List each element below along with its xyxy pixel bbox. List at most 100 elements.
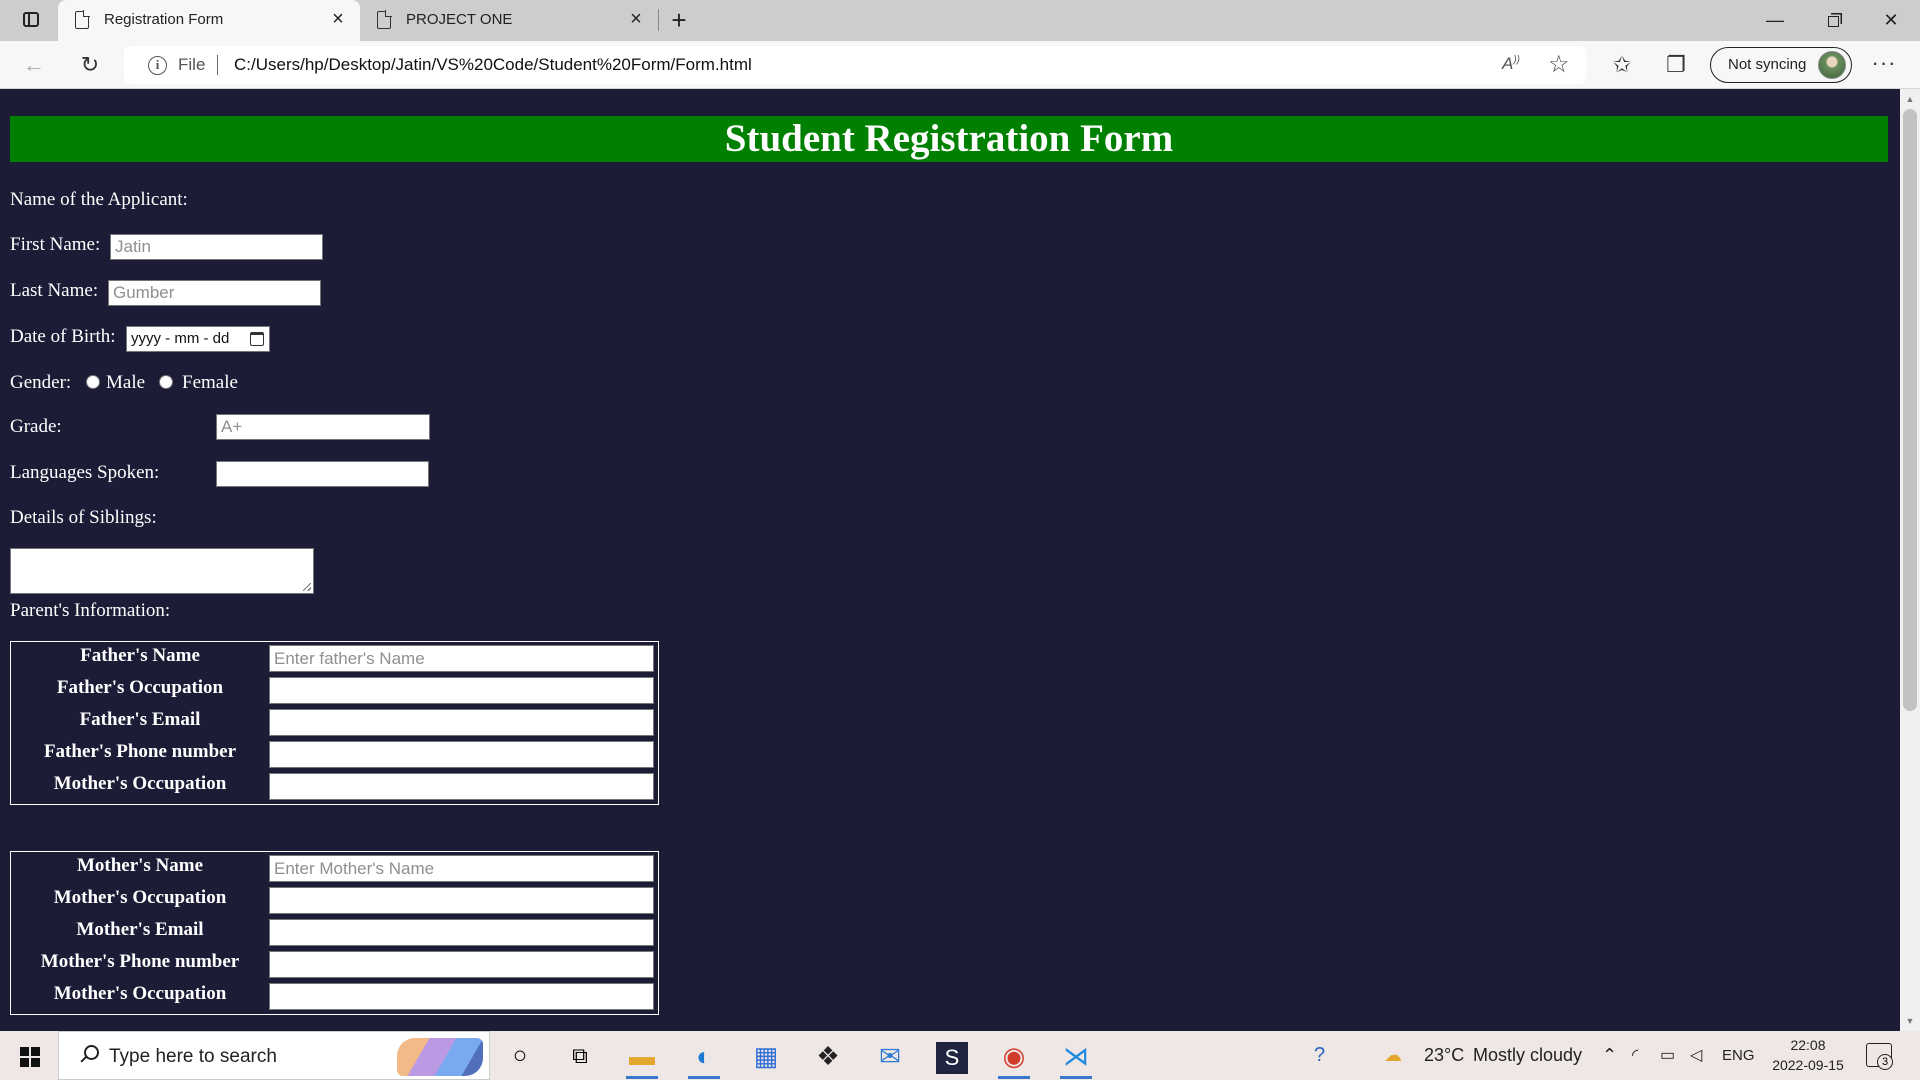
clock-time: 22:08 — [1790, 1037, 1826, 1053]
close-window-button[interactable]: ✕ — [1868, 4, 1914, 36]
languages-label: Languages Spoken: — [10, 462, 160, 483]
back-arrow-icon[interactable]: ← — [18, 49, 50, 81]
scroll-thumb[interactable] — [1903, 109, 1917, 711]
info-icon[interactable]: i — [148, 56, 167, 75]
network-icon[interactable]: ◜ — [1632, 1031, 1638, 1080]
mother-phone-input[interactable] — [269, 951, 654, 978]
address-url[interactable]: C:/Users/hp/Desktop/Jatin/VS%20Code/Stud… — [234, 55, 752, 75]
father-name-input[interactable] — [269, 645, 654, 672]
table-row: Mother's Email — [11, 916, 658, 948]
close-icon[interactable]: × — [328, 9, 348, 29]
table-row: Father's Email — [11, 706, 658, 738]
mother-name-input[interactable] — [269, 855, 654, 882]
dropbox-icon[interactable]: ❖ — [802, 1035, 854, 1079]
taskbar-search-box[interactable]: Type here to search — [58, 1031, 490, 1080]
clock-date: 2022-09-15 — [1772, 1057, 1844, 1073]
microsoft-store-icon[interactable]: ▦ — [740, 1035, 792, 1079]
windows-taskbar: Type here to search ○ ⧉ ▬ ◐ ▦ ❖ ✉ S ◉ ⋊ … — [0, 1031, 1920, 1080]
row-label: Father's Occupation — [56, 677, 224, 698]
table-row: Mother's Occupation — [11, 884, 658, 916]
dob-date-input[interactable]: yyyy - mm - dd — [126, 326, 270, 352]
reload-icon[interactable]: ↻ — [74, 49, 106, 81]
mother-occupation-input[interactable] — [269, 887, 654, 914]
calendar-icon[interactable] — [250, 332, 264, 346]
resize-handle-icon[interactable] — [303, 583, 311, 591]
new-tab-plus-icon[interactable]: + — [664, 6, 694, 34]
chrome-icon[interactable]: ◉ — [988, 1035, 1040, 1079]
page-icon — [75, 10, 90, 29]
form-banner: Student Registration Form — [10, 116, 1888, 162]
notification-center-icon[interactable]: 3 — [1866, 1043, 1893, 1070]
tab-strip: Registration Form × PROJECT ONE × + — ✕ — [0, 0, 1920, 41]
app-s-icon[interactable]: S — [926, 1035, 978, 1079]
battery-icon[interactable]: ▭ — [1660, 1031, 1675, 1080]
row-label: Mother's Occupation — [53, 773, 227, 794]
file-explorer-icon[interactable]: ▬ — [616, 1035, 668, 1079]
chevron-up-icon[interactable]: ⌃ — [1602, 1031, 1617, 1080]
help-icon[interactable]: ? — [1314, 1031, 1325, 1080]
restore-button[interactable] — [1810, 4, 1856, 36]
add-favorite-star-icon[interactable]: ☆ — [1548, 50, 1570, 79]
last-name-label: Last Name: — [10, 280, 99, 301]
languages-input[interactable] — [216, 461, 429, 487]
profile-sync-button[interactable]: Not syncing — [1710, 47, 1852, 83]
row-label: Father's Name — [80, 645, 200, 666]
mother-occupation-input[interactable] — [269, 983, 654, 1010]
mail-icon[interactable]: ✉ — [864, 1035, 916, 1079]
tab-project-one[interactable]: PROJECT ONE × — [360, 0, 658, 41]
table-row: Father's Name — [11, 642, 658, 674]
system-clock[interactable]: 22:08 2022-09-15 — [1768, 1035, 1848, 1075]
tab-divider — [658, 9, 659, 31]
scroll-up-arrow-icon[interactable]: ▲ — [1900, 91, 1920, 107]
mother-email-input[interactable] — [269, 919, 654, 946]
tab-actions-icon[interactable] — [18, 8, 44, 32]
windows-start-icon[interactable] — [8, 1031, 56, 1080]
page-scrollbar[interactable]: ▲ ▼ — [1900, 89, 1920, 1031]
siblings-label: Details of Siblings: — [10, 507, 157, 528]
grade-label: Grade: — [10, 416, 62, 437]
weather-icon[interactable]: ☁ — [1384, 1031, 1402, 1080]
read-aloud-icon[interactable]: A)) — [1502, 54, 1520, 74]
tab-title: Registration Form — [104, 11, 224, 28]
cortana-icon[interactable]: ○ — [494, 1035, 546, 1079]
row-label: Mother's Occupation — [53, 983, 227, 1004]
edge-browser-icon[interactable]: ◐ — [678, 1035, 730, 1079]
first-name-label: First Name: — [10, 234, 101, 255]
father-email-input[interactable] — [269, 709, 654, 736]
language-indicator[interactable]: ENG — [1722, 1031, 1755, 1080]
row-label: Mother's Name — [76, 855, 204, 876]
row-label: Mother's Email — [76, 919, 204, 940]
close-icon[interactable]: × — [626, 9, 646, 29]
tab-title: PROJECT ONE — [406, 11, 513, 28]
volume-icon[interactable]: ◁ — [1690, 1031, 1702, 1080]
search-highlight-image[interactable] — [397, 1038, 483, 1076]
gender-male-radio[interactable] — [86, 375, 100, 389]
task-view-icon[interactable]: ⧉ — [554, 1035, 606, 1079]
table-row: Father's Phone number — [11, 738, 658, 770]
row-label: Mother's Phone number — [40, 951, 240, 972]
taskbar-search-placeholder: Type here to search — [109, 1046, 277, 1067]
address-bar[interactable]: i File C:/Users/hp/Desktop/Jatin/VS%20Co… — [124, 46, 1586, 84]
father-occupation-input[interactable] — [269, 677, 654, 704]
grade-input[interactable] — [216, 414, 430, 440]
more-options-icon[interactable]: ··· — [1868, 49, 1900, 81]
gender-female-radio[interactable] — [159, 375, 173, 389]
last-name-input[interactable] — [108, 280, 321, 306]
minimize-button[interactable]: — — [1752, 4, 1798, 36]
father-phone-input[interactable] — [269, 741, 654, 768]
dob-format: yyyy - mm - dd — [131, 330, 230, 347]
weather-condition[interactable]: Mostly cloudy — [1473, 1031, 1582, 1080]
row-label: Father's Phone number — [43, 741, 237, 762]
collections-icon[interactable]: ❐ — [1660, 49, 1692, 81]
mother-occupation-input[interactable] — [269, 773, 654, 800]
scroll-down-arrow-icon[interactable]: ▼ — [1900, 1013, 1920, 1029]
tab-registration-form[interactable]: Registration Form × — [58, 0, 360, 41]
father-info-table: Father's Name Father's Occupation Father… — [10, 641, 659, 805]
favorites-icon[interactable]: ✩ — [1606, 49, 1638, 81]
weather-temp[interactable]: 23°C — [1424, 1031, 1464, 1080]
mother-info-table: Mother's Name Mother's Occupation Mother… — [10, 851, 659, 1015]
siblings-textarea[interactable] — [10, 548, 314, 594]
page-content: Student Registration Form Name of the Ap… — [0, 89, 1900, 1031]
first-name-input[interactable] — [110, 234, 323, 260]
vscode-icon[interactable]: ⋊ — [1050, 1035, 1102, 1079]
